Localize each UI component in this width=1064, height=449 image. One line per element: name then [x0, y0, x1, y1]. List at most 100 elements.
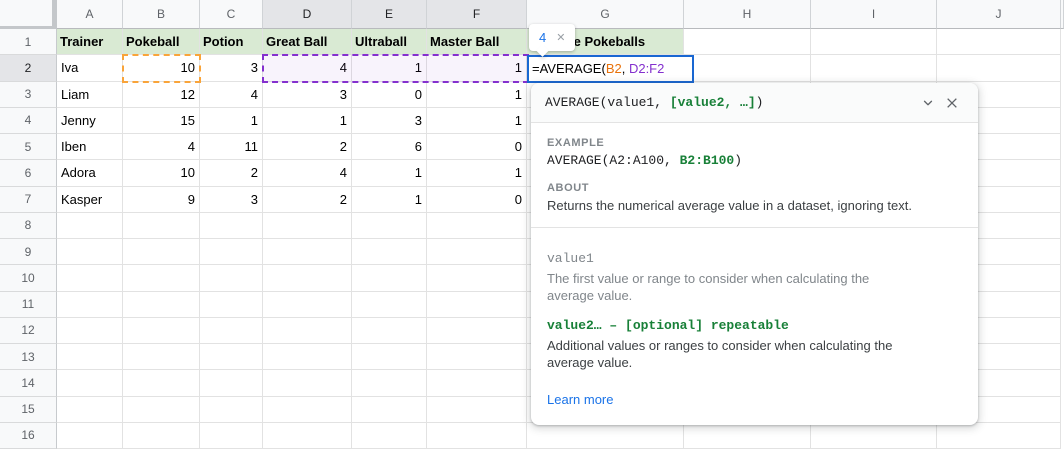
column-header-D[interactable]: D: [263, 0, 352, 29]
cell-D8[interactable]: [263, 213, 352, 239]
cell-A11[interactable]: [57, 292, 123, 318]
cell-C3[interactable]: 4: [200, 82, 263, 108]
cell-A12[interactable]: [57, 318, 123, 344]
cell-A6[interactable]: Adora: [57, 160, 123, 186]
cell-D9[interactable]: [263, 239, 352, 265]
cell-F16[interactable]: [427, 423, 527, 449]
row-header-10[interactable]: 10: [0, 265, 57, 291]
cell-D14[interactable]: [263, 370, 352, 396]
cell-B4[interactable]: 15: [123, 108, 200, 134]
cell-E11[interactable]: [352, 292, 427, 318]
cell-A4[interactable]: Jenny: [57, 108, 123, 134]
row-header-4[interactable]: 4: [0, 108, 57, 134]
cell-E7[interactable]: 1: [352, 187, 427, 213]
cell-I1[interactable]: [811, 29, 937, 55]
cell-E4[interactable]: 3: [352, 108, 427, 134]
cell-E14[interactable]: [352, 370, 427, 396]
cell-E9[interactable]: [352, 239, 427, 265]
cell-E13[interactable]: [352, 344, 427, 370]
cell-B10[interactable]: [123, 265, 200, 291]
row-header-8[interactable]: 8: [0, 213, 57, 239]
cell-E3[interactable]: 0: [352, 82, 427, 108]
column-header-E[interactable]: E: [352, 0, 427, 29]
column-header-I[interactable]: I: [811, 0, 937, 29]
row-header-11[interactable]: 11: [0, 292, 57, 318]
cell-E10[interactable]: [352, 265, 427, 291]
cell-D16[interactable]: [263, 423, 352, 449]
cell-E1[interactable]: Ultraball: [352, 29, 427, 55]
cell-F10[interactable]: [427, 265, 527, 291]
row-header-13[interactable]: 13: [0, 344, 57, 370]
column-header-A[interactable]: A: [57, 0, 123, 29]
popup-close-icon[interactable]: [940, 91, 964, 115]
cell-B14[interactable]: [123, 370, 200, 396]
cell-D5[interactable]: 2: [263, 134, 352, 160]
cell-C10[interactable]: [200, 265, 263, 291]
cell-F6[interactable]: 1: [427, 160, 527, 186]
cell-C8[interactable]: [200, 213, 263, 239]
collapse-chevron-icon[interactable]: [916, 91, 940, 115]
cell-F14[interactable]: [427, 370, 527, 396]
cell-F11[interactable]: [427, 292, 527, 318]
column-header-C[interactable]: C: [200, 0, 263, 29]
row-header-12[interactable]: 12: [0, 318, 57, 344]
cell-J16[interactable]: [937, 423, 1061, 449]
cell-C13[interactable]: [200, 344, 263, 370]
cell-A7[interactable]: Kasper: [57, 187, 123, 213]
cell-D7[interactable]: 2: [263, 187, 352, 213]
cell-C12[interactable]: [200, 318, 263, 344]
cell-A1[interactable]: Trainer: [57, 29, 123, 55]
cell-F8[interactable]: [427, 213, 527, 239]
row-header-14[interactable]: 14: [0, 370, 57, 396]
cell-C5[interactable]: 11: [200, 134, 263, 160]
cell-A10[interactable]: [57, 265, 123, 291]
column-header-B[interactable]: B: [123, 0, 200, 29]
row-header-3[interactable]: 3: [0, 82, 57, 108]
cell-C14[interactable]: [200, 370, 263, 396]
cell-A5[interactable]: Iben: [57, 134, 123, 160]
cell-C9[interactable]: [200, 239, 263, 265]
cell-C16[interactable]: [200, 423, 263, 449]
cell-J1[interactable]: [937, 29, 1061, 55]
formula-editing-cell[interactable]: =AVERAGE(B2, D2:F2: [527, 55, 694, 84]
cell-D12[interactable]: [263, 318, 352, 344]
cell-F15[interactable]: [427, 397, 527, 423]
cell-B3[interactable]: 12: [123, 82, 200, 108]
cell-A2[interactable]: Iva: [57, 55, 123, 81]
row-header-9[interactable]: 9: [0, 239, 57, 265]
cell-B5[interactable]: 4: [123, 134, 200, 160]
cell-E5[interactable]: 6: [352, 134, 427, 160]
row-header-6[interactable]: 6: [0, 160, 57, 186]
row-header-7[interactable]: 7: [0, 187, 57, 213]
cell-H16[interactable]: [684, 423, 811, 449]
cell-B11[interactable]: [123, 292, 200, 318]
cell-C7[interactable]: 3: [200, 187, 263, 213]
column-header-F[interactable]: F: [427, 0, 527, 29]
cell-D1[interactable]: Great Ball: [263, 29, 352, 55]
cell-A16[interactable]: [57, 423, 123, 449]
cell-C15[interactable]: [200, 397, 263, 423]
column-header-J[interactable]: J: [937, 0, 1061, 29]
cell-D4[interactable]: 1: [263, 108, 352, 134]
cell-B12[interactable]: [123, 318, 200, 344]
cell-A15[interactable]: [57, 397, 123, 423]
learn-more-link[interactable]: Learn more: [547, 392, 613, 407]
cell-B7[interactable]: 9: [123, 187, 200, 213]
cell-E6[interactable]: 1: [352, 160, 427, 186]
cell-A13[interactable]: [57, 344, 123, 370]
column-header-H[interactable]: H: [684, 0, 811, 29]
cell-J2[interactable]: [937, 55, 1061, 81]
cell-D6[interactable]: 4: [263, 160, 352, 186]
cell-E16[interactable]: [352, 423, 427, 449]
cell-F3[interactable]: 1: [427, 82, 527, 108]
cell-F9[interactable]: [427, 239, 527, 265]
select-all-corner[interactable]: [0, 0, 57, 29]
cell-H1[interactable]: [684, 29, 811, 55]
cell-B16[interactable]: [123, 423, 200, 449]
cell-G16[interactable]: [527, 423, 684, 449]
cell-B6[interactable]: 10: [123, 160, 200, 186]
cell-B8[interactable]: [123, 213, 200, 239]
cell-D11[interactable]: [263, 292, 352, 318]
row-header-16[interactable]: 16: [0, 423, 57, 449]
cell-D13[interactable]: [263, 344, 352, 370]
